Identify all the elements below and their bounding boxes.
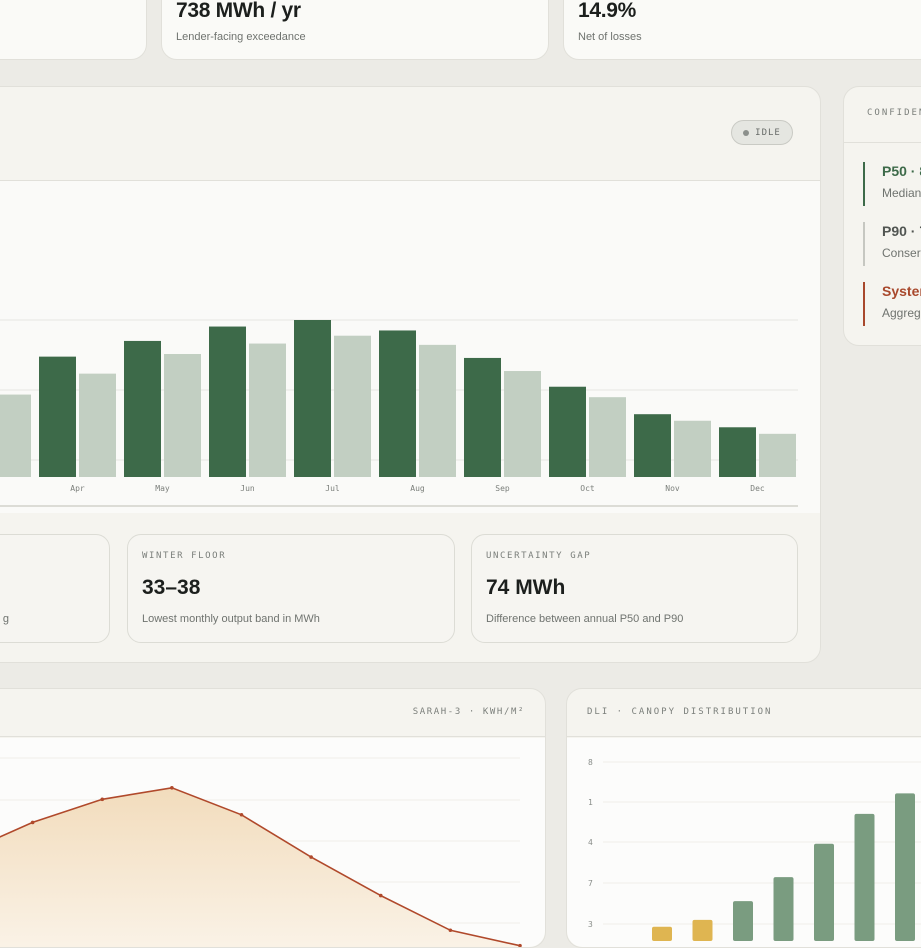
p90-bar (589, 397, 626, 477)
status-dot (743, 129, 750, 136)
summary-value: 33–38 (142, 576, 201, 599)
month-tick-label: Oct (580, 484, 595, 493)
irradiance-point (170, 786, 174, 790)
dli-bar (692, 919, 713, 941)
p90-bar (419, 344, 456, 477)
summary-label: WINTER FLOOR (142, 551, 227, 561)
dli-bar (814, 843, 834, 941)
p50-bar (464, 357, 501, 477)
confidence-item-desc: Aggreg (882, 306, 921, 320)
p90-bar (0, 394, 31, 477)
irradiance-point (378, 893, 383, 898)
month-tick-label: Jul (325, 484, 340, 493)
confidence-item-desc: Conser (882, 246, 921, 260)
p90-bar (674, 420, 711, 477)
irradiance-area (0, 787, 520, 947)
y-tick-label: 7 (588, 879, 593, 888)
month-tick-label: Apr (70, 484, 85, 493)
dli-title: DLI · CANOPY DISTRIBUTION (587, 707, 773, 717)
p50-bar (379, 330, 416, 477)
dli-bar (652, 926, 672, 941)
dli-bar (895, 793, 915, 941)
irradiance-point (518, 943, 522, 947)
p50-bar (634, 414, 671, 477)
stat-caption: Net of losses (578, 31, 642, 43)
irradiance-card: SARAH-3 · KWH/M² (0, 688, 546, 948)
summary-caption: Difference between annual P50 and P90 (486, 613, 684, 625)
p50-bar (124, 340, 161, 477)
dli-bar (773, 877, 794, 941)
y-tick-label: 4 (588, 838, 593, 847)
summary-label: UNCERTAINTY GAP (486, 551, 592, 561)
p90-bar (249, 343, 286, 477)
irradiance-area-chart (0, 757, 522, 947)
confidence-item-title: Syster (882, 283, 921, 299)
p50-bar (549, 386, 586, 477)
stat-card-efficiency: 14.9% Net of losses (563, 0, 921, 60)
dli-card: DLI · CANOPY DISTRIBUTION 8 1 4 7 3 (566, 688, 921, 948)
p50-bar (39, 356, 76, 477)
irradiance-chart-area (0, 738, 545, 947)
status-label: IDLE (755, 127, 781, 138)
month-tick-label: Jun (240, 484, 255, 493)
p50-bar (294, 320, 331, 477)
confidence-item-title: P50 · 8 (882, 163, 921, 179)
card-header: DLI · CANOPY DISTRIBUTION (567, 689, 921, 737)
confidence-item-p50: P50 · 8 Median (863, 162, 921, 206)
month-tick-label: Dec (750, 484, 765, 493)
confidence-item-title: P90 · 7 (882, 223, 921, 239)
dli-bar-chart: 8 1 4 7 3 (588, 758, 921, 941)
p90-bar (504, 371, 541, 477)
irradiance-point (239, 812, 244, 817)
y-tick-label: 3 (588, 920, 593, 929)
p90-bar (79, 373, 116, 477)
stat-card-p90: 738 MWh / yr Lender-facing exceedance (161, 0, 549, 60)
status-badge: IDLE (731, 120, 793, 145)
month-tick-label: May (155, 484, 170, 493)
irradiance-source-label: SARAH-3 · KWH/M² (412, 707, 525, 717)
p90-bar (759, 433, 796, 477)
irradiance-point (30, 820, 35, 825)
dli-chart-area: 8 1 4 7 3 (567, 738, 921, 947)
summary-card-winter-floor: WINTER FLOOR 33–38 Lowest monthly output… (127, 534, 455, 643)
summary-card: g (0, 534, 110, 643)
p90-bar (164, 354, 201, 477)
summary-caption: Lowest monthly output band in MWh (142, 613, 320, 625)
p50-bar (719, 427, 756, 477)
confidence-item-system: Syster Aggreg (863, 282, 921, 326)
confidence-panel: CONFIDEN P50 · 8 Median P90 · 7 Conser S… (843, 86, 921, 346)
irradiance-point (448, 928, 453, 933)
dli-bar (733, 901, 753, 941)
card-header: SARAH-3 · KWH/M² (0, 689, 545, 737)
p90-bar (334, 335, 371, 477)
p50-bar (209, 326, 246, 477)
stat-value: 738 MWh / yr (176, 0, 301, 22)
summary-caption: g (2, 613, 9, 625)
panel-divider (844, 142, 921, 143)
stat-card-left (0, 0, 147, 60)
confidence-item-p90: P90 · 7 Conser (863, 222, 921, 266)
month-tick-label: Nov (665, 484, 680, 493)
irradiance-point (100, 797, 105, 802)
month-tick-label: Aug (410, 484, 425, 493)
monthly-bar-chart: Apr May Jun Jul Aug Sep Oct Nov Dec (0, 319, 798, 507)
y-tick-label: 1 (588, 798, 593, 807)
monthly-production-card: IDLE Apr May Jun Jul Aug Sep Oct Nov Dec g WINTE… (0, 86, 821, 663)
confidence-label: CONFIDEN (867, 108, 921, 118)
confidence-item-desc: Median (882, 186, 921, 200)
summary-value: 74 MWh (486, 576, 566, 599)
month-tick-label: Sep (495, 484, 510, 493)
stat-value: 14.9% (578, 0, 637, 22)
stat-caption: Lender-facing exceedance (176, 31, 306, 43)
irradiance-point (309, 855, 313, 859)
monthly-chart-area: Apr May Jun Jul Aug Sep Oct Nov Dec (0, 181, 820, 513)
summary-card-uncertainty-gap: UNCERTAINTY GAP 74 MWh Difference betwee… (471, 534, 798, 643)
y-tick-label: 8 (588, 758, 593, 767)
